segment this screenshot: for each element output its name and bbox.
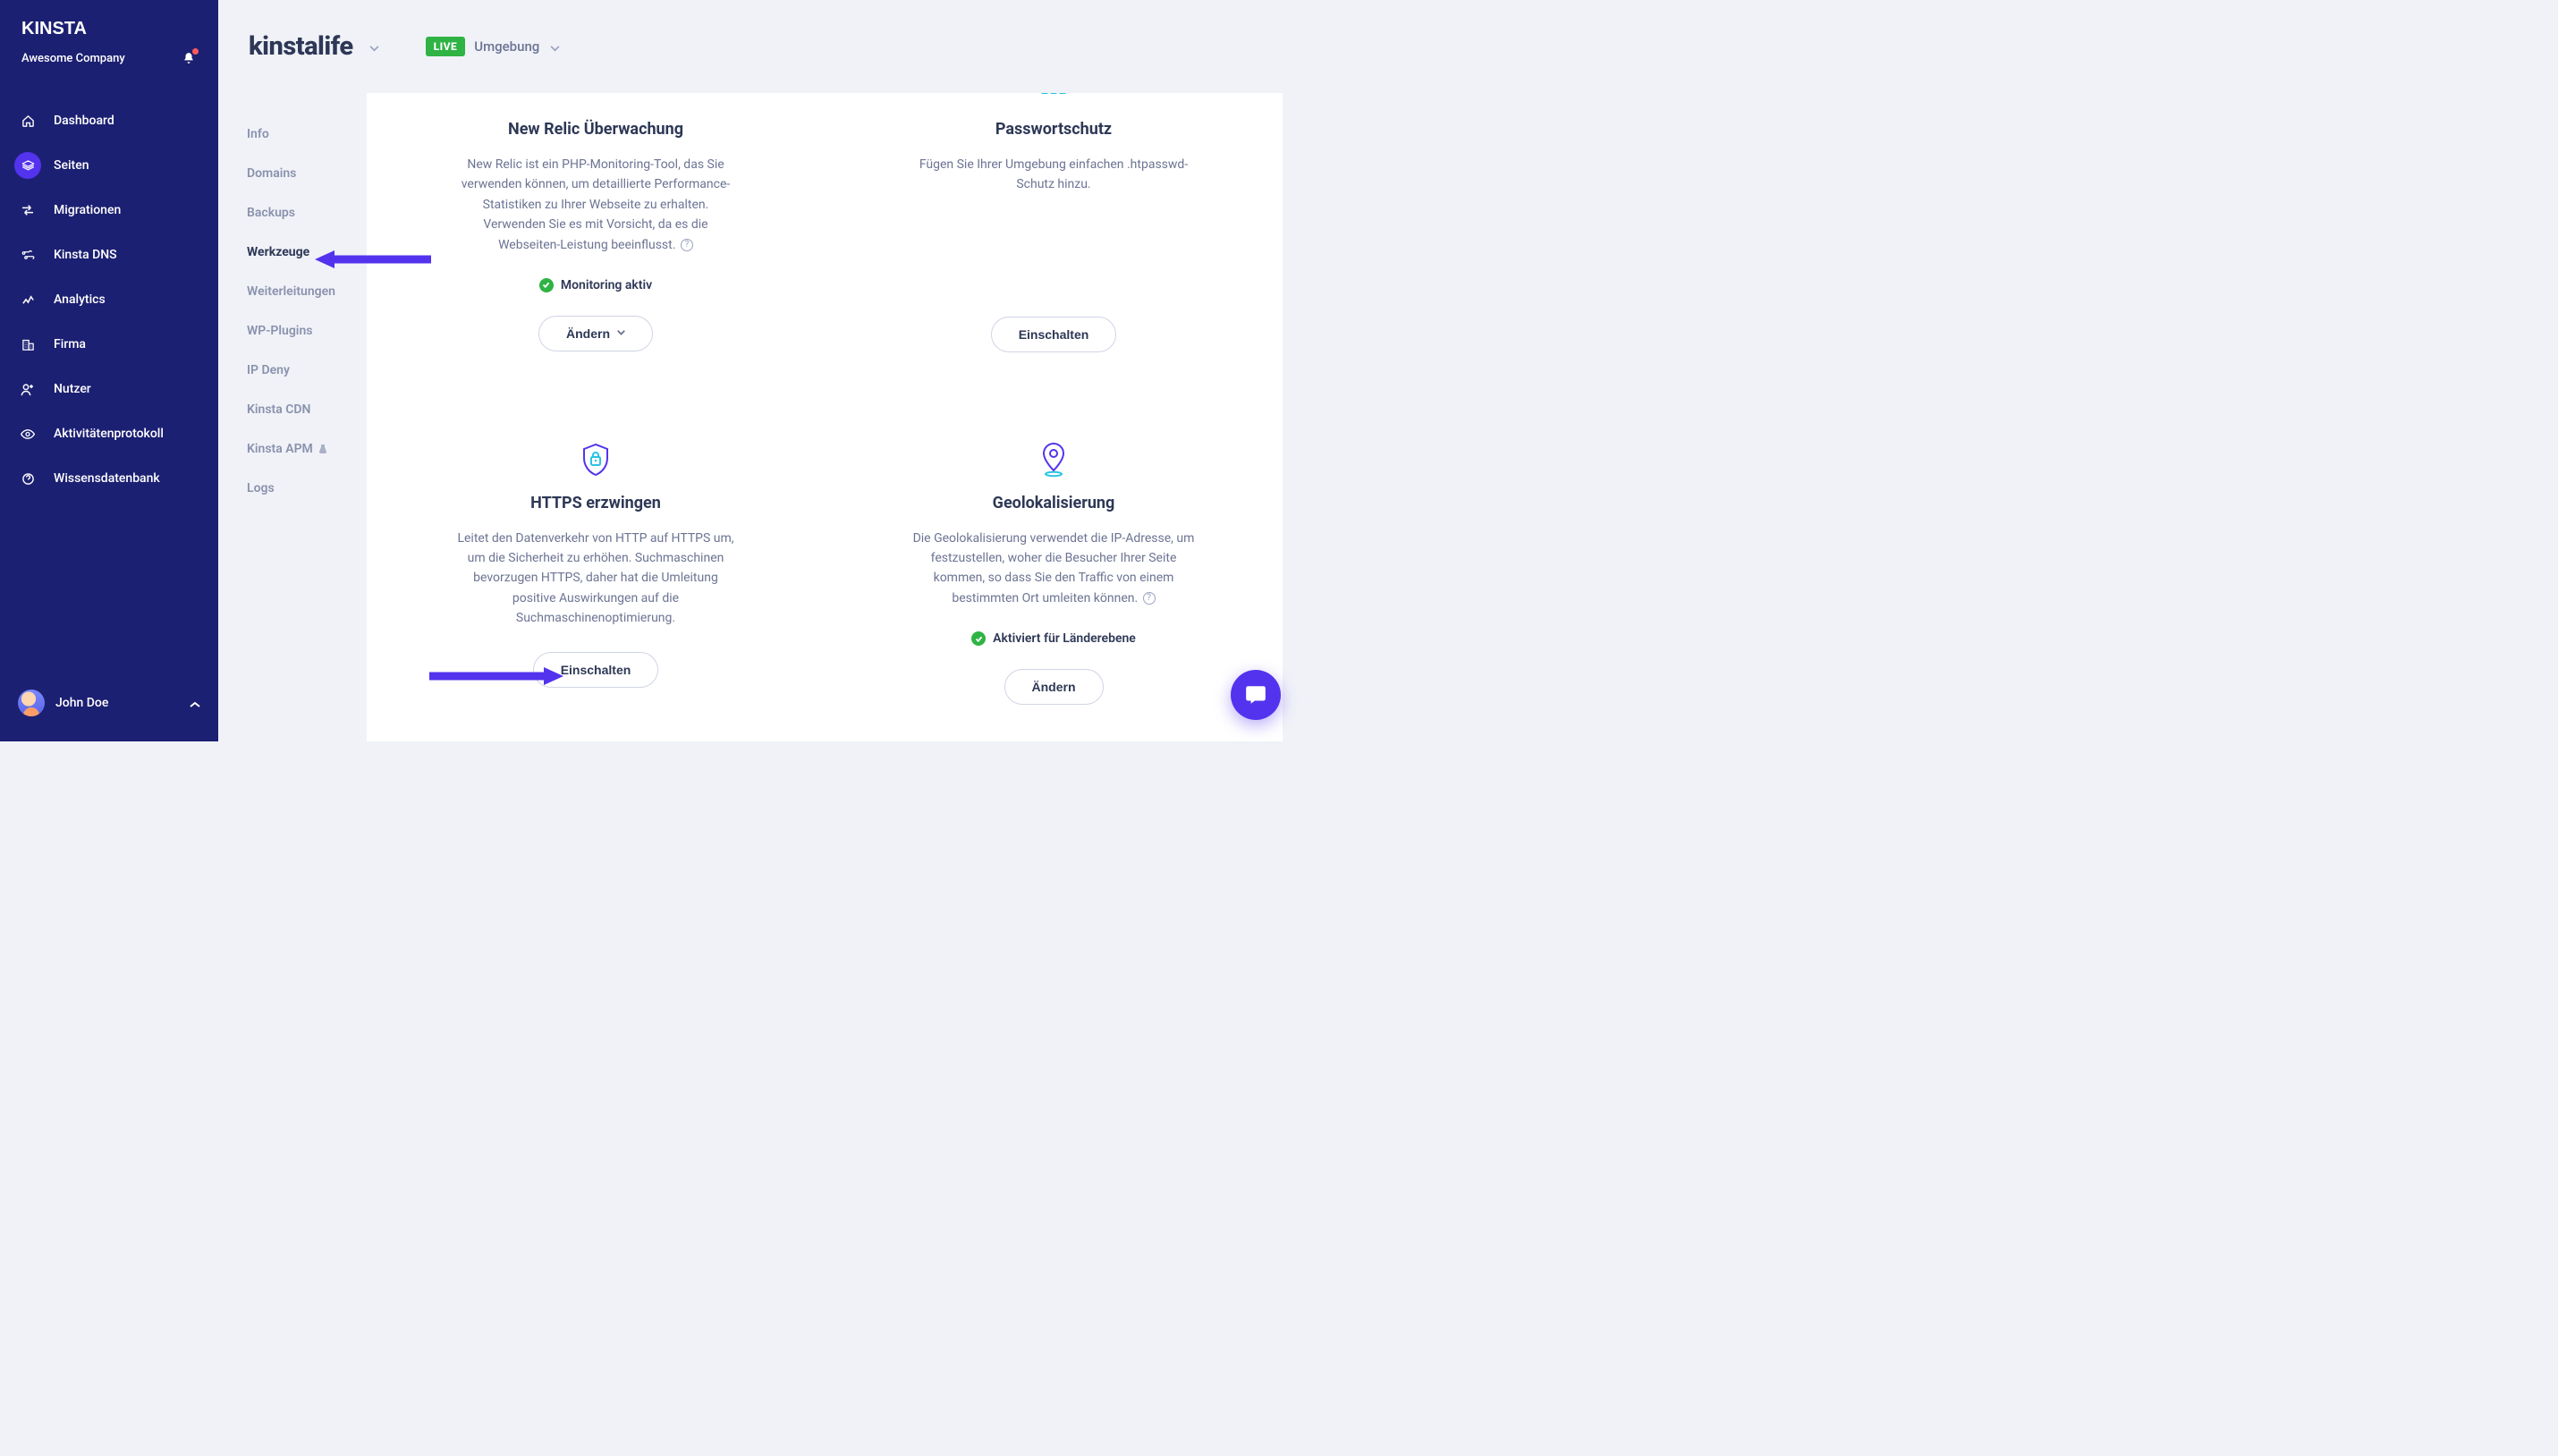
subnav-kinsta-apm[interactable]: Kinsta APM xyxy=(218,429,367,469)
eye-icon xyxy=(21,427,35,441)
main-sidebar: KINSTA Awesome Company Dashboard Seiten … xyxy=(0,0,218,741)
subnav-logs[interactable]: Logs xyxy=(218,469,367,508)
nav-dashboard[interactable]: Dashboard xyxy=(0,98,218,143)
nav-label: Kinsta DNS xyxy=(54,248,117,262)
card-desc: Die Geolokalisierung verwendet die IP-Ad… xyxy=(911,529,1197,609)
notification-dot xyxy=(192,48,199,55)
subnav-kinsta-cdn[interactable]: Kinsta CDN xyxy=(218,390,367,429)
card-geo: Geolokalisierung Die Geolokalisierung ve… xyxy=(825,388,1283,741)
nav-firma[interactable]: Firma xyxy=(0,322,218,367)
chevron-up-icon xyxy=(190,695,200,712)
nav-label: Analytics xyxy=(54,292,106,307)
subnav-wp-plugins[interactable]: WP-Plugins xyxy=(218,311,367,351)
nav-migrationen[interactable]: Migrationen xyxy=(0,188,218,233)
card-desc: New Relic ist ein PHP-Monitoring-Tool, d… xyxy=(453,155,739,255)
nav-label: Nutzer xyxy=(54,382,91,396)
nav-label: Dashboard xyxy=(54,114,114,128)
content-panel: New Relic Überwachung New Relic ist ein … xyxy=(367,93,1283,741)
brand-logo[interactable]: KINSTA xyxy=(0,0,218,47)
card-new-relic: New Relic Überwachung New Relic ist ein … xyxy=(367,93,825,388)
nav-wissensdatenbank[interactable]: Wissensdatenbank xyxy=(0,456,218,501)
status-text: Monitoring aktiv xyxy=(561,278,652,292)
subnav-ip-deny[interactable]: IP Deny xyxy=(218,351,367,390)
info-icon[interactable]: ? xyxy=(681,239,693,251)
page-header: kinstalife LIVE Umgebung xyxy=(218,0,1302,93)
subnav-backups[interactable]: Backups xyxy=(218,193,367,233)
user-name: John Doe xyxy=(55,696,108,710)
analytics-icon xyxy=(21,292,35,307)
card-passwortschutz: Passwortschutz Fügen Sie Ihrer Umgebung … xyxy=(825,93,1283,388)
card-title: HTTPS erzwingen xyxy=(530,494,661,512)
env-label: Umgebung xyxy=(474,38,539,55)
card-desc: Fügen Sie Ihrer Umgebung einfachen .htpa… xyxy=(911,155,1197,195)
nav-label: Wissensdatenbank xyxy=(54,471,160,486)
subnav-domains[interactable]: Domains xyxy=(218,154,367,193)
new-relic-change-button[interactable]: Ändern xyxy=(538,316,653,351)
check-icon xyxy=(971,631,986,646)
subnav-weiterleitungen[interactable]: Weiterleitungen xyxy=(218,272,367,311)
card-title: Geolokalisierung xyxy=(993,494,1115,512)
migrate-icon xyxy=(21,203,35,217)
nav-label: Migrationen xyxy=(54,203,121,217)
nav-nutzer[interactable]: Nutzer xyxy=(0,367,218,411)
nav-label: Aktivitätenprotokoll xyxy=(54,427,164,441)
nav-seiten[interactable]: Seiten xyxy=(0,143,218,188)
help-icon xyxy=(21,471,35,486)
nav-label: Firma xyxy=(54,337,86,351)
layers-icon xyxy=(21,158,35,173)
location-pin-icon xyxy=(1036,442,1071,478)
avatar xyxy=(18,690,45,716)
nav-kinsta-dns[interactable]: Kinsta DNS xyxy=(0,233,218,277)
check-icon xyxy=(539,278,554,292)
annotation-arrow-icon xyxy=(429,667,563,689)
env-switcher[interactable]: LIVE Umgebung xyxy=(426,37,561,56)
nav-aktivitaeten[interactable]: Aktivitätenprotokoll xyxy=(0,411,218,456)
card-desc: Leitet den Datenverkehr von HTTP auf HTT… xyxy=(453,529,739,629)
chat-icon xyxy=(1244,683,1267,707)
subnav-info[interactable]: Info xyxy=(218,114,367,154)
passwortschutz-enable-button[interactable]: Einschalten xyxy=(991,317,1117,352)
svg-text:KINSTA: KINSTA xyxy=(21,20,87,38)
site-name: kinstalife xyxy=(249,31,353,62)
company-name[interactable]: Awesome Company xyxy=(21,52,125,65)
lock-icon-partial xyxy=(1042,93,1066,94)
info-icon[interactable]: ? xyxy=(1143,592,1156,605)
user-menu[interactable]: John Doe xyxy=(0,673,218,741)
annotation-arrow-icon xyxy=(315,250,431,272)
geo-change-button[interactable]: Ändern xyxy=(1004,669,1104,705)
site-switcher-icon[interactable] xyxy=(369,38,379,55)
nav-label: Seiten xyxy=(54,158,89,173)
live-badge: LIVE xyxy=(426,37,466,56)
chevron-down-icon xyxy=(550,38,560,55)
card-title: New Relic Überwachung xyxy=(508,120,683,139)
shield-lock-icon xyxy=(578,442,614,478)
beta-flask-icon xyxy=(318,444,327,454)
chevron-down-icon xyxy=(617,328,625,338)
main-nav: Dashboard Seiten Migrationen Kinsta DNS … xyxy=(0,82,218,501)
status-row: Aktiviert für Länderebene xyxy=(971,631,1136,646)
user-plus-icon xyxy=(21,382,35,396)
nav-analytics[interactable]: Analytics xyxy=(0,277,218,322)
site-subnav: Info Domains Backups Werkzeuge Weiterlei… xyxy=(218,0,367,741)
building-icon xyxy=(21,337,35,351)
dns-icon xyxy=(21,248,35,262)
card-title: Passwortschutz xyxy=(995,120,1112,139)
chat-button[interactable] xyxy=(1231,670,1281,720)
notifications-bell-icon[interactable] xyxy=(181,50,197,66)
status-text: Aktiviert für Länderebene xyxy=(993,631,1136,646)
status-row: Monitoring aktiv xyxy=(539,278,652,292)
kinsta-logo-icon: KINSTA xyxy=(21,20,95,38)
home-icon xyxy=(21,114,35,128)
